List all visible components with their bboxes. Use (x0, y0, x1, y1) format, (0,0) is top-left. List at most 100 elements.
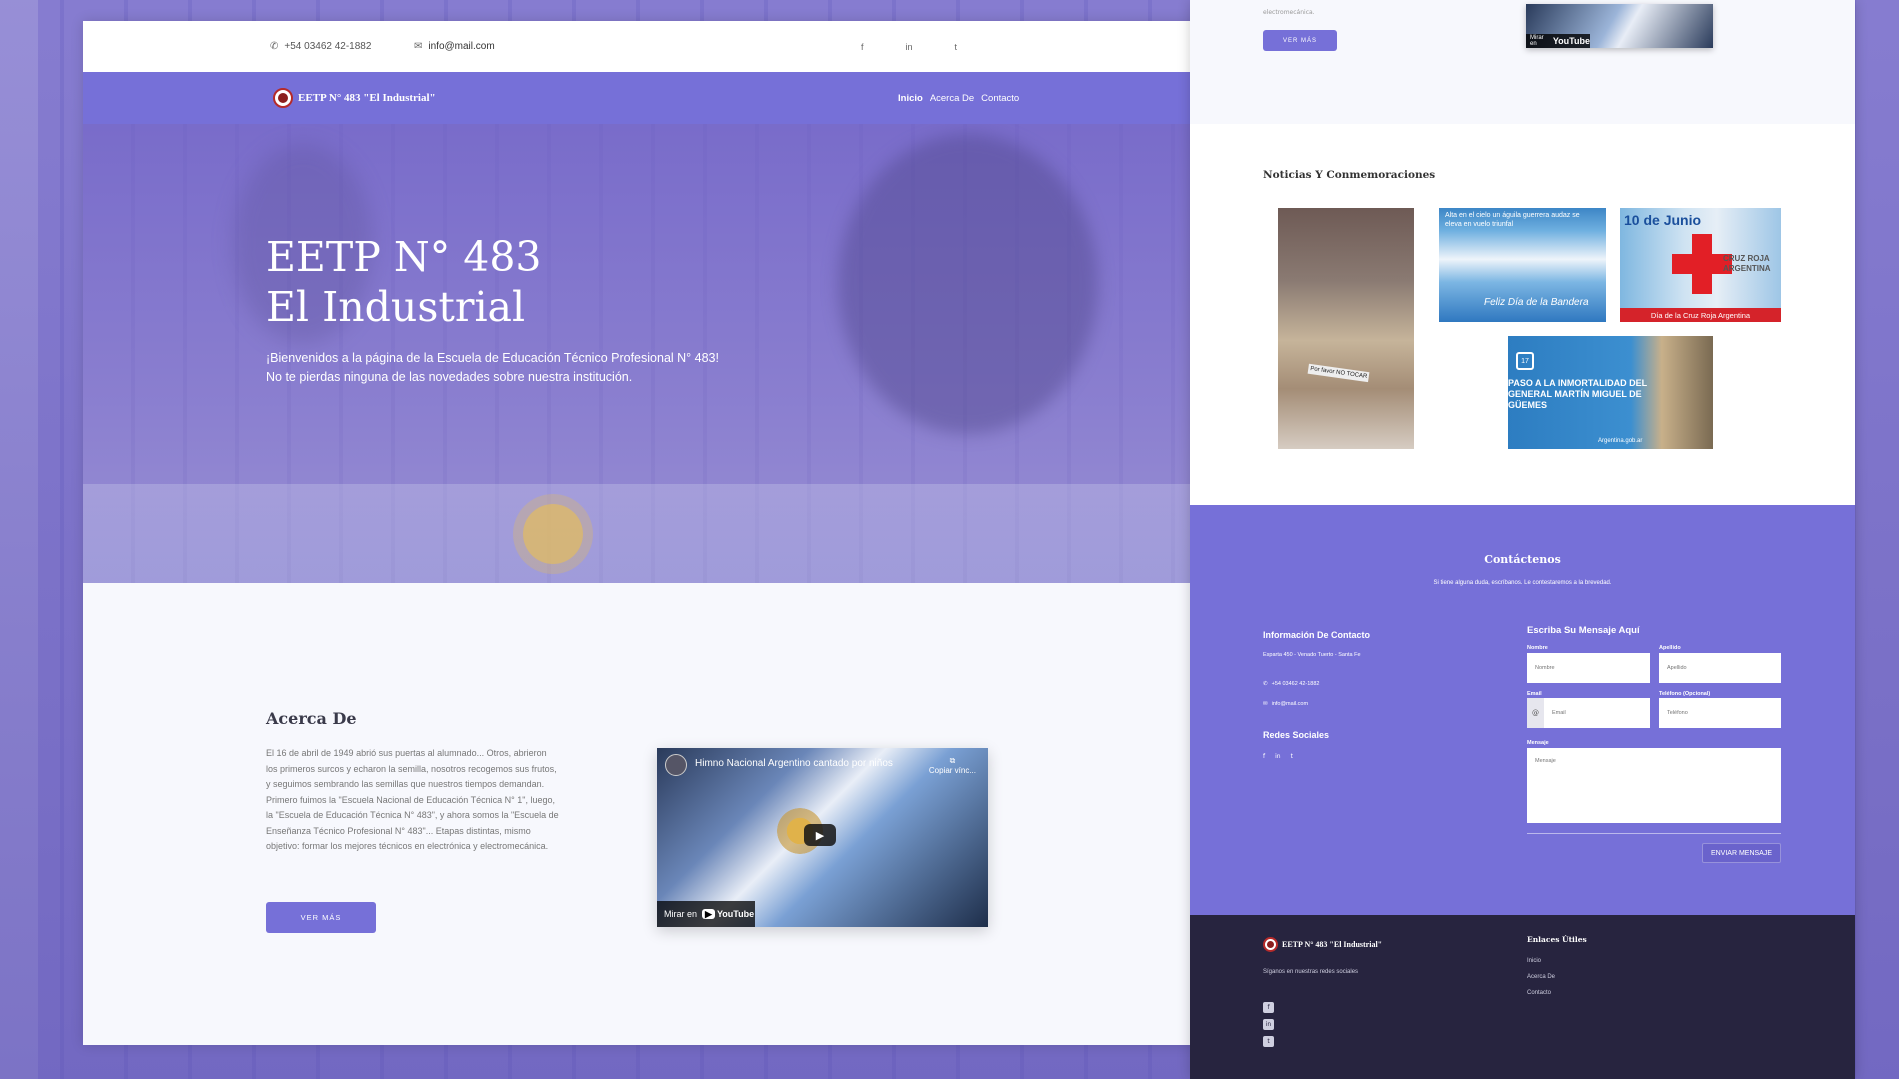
ver-mas-button[interactable]: VER MÁS (266, 902, 376, 933)
footer-links-title: Enlaces Útiles (1527, 935, 1587, 944)
email-input[interactable] (1544, 698, 1650, 728)
social-title: Redes Sociales (1263, 730, 1330, 740)
topbar-socials: f in t (861, 42, 957, 52)
twitter-icon[interactable]: t (1291, 753, 1293, 760)
twitter-icon[interactable]: t (955, 42, 958, 52)
about-title: Acerca De (266, 709, 357, 728)
linkedin-icon[interactable]: in (1275, 753, 1280, 760)
contact-address: Esparta 450 - Venado Tuerto - Santa Fe (1263, 652, 1361, 658)
footer-follow-text: Síganos en nuestras redes sociales (1263, 969, 1359, 975)
form-divider (1527, 833, 1781, 834)
lastname-label: Apellido (1659, 645, 1681, 651)
news-image-guemes[interactable]: 17 PASO A LA INMORTALIDAD DEL GENERAL MA… (1508, 336, 1713, 449)
footer-link-inicio[interactable]: Inicio (1527, 958, 1555, 964)
phone-text: +54 03462 42-1882 (284, 41, 372, 52)
guemes-text: PASO A LA INMORTALIDAD DEL GENERAL MARTÍ… (1508, 378, 1647, 410)
news-image-flag-day[interactable]: Alta en el cielo un águila guerrera auda… (1439, 208, 1606, 322)
school-logo-icon (1263, 937, 1278, 952)
watch-on-youtube-button[interactable]: Mirar en ▶ YouTube (657, 901, 755, 927)
news-image-red-cross[interactable]: 10 de Junio CRUZ ROJA ARGENTINA Día de l… (1620, 208, 1781, 322)
contact-email: ✉ info@mail.com (1263, 701, 1308, 707)
topbar: ✆ +54 03462 42-1882 ✉ info@mail.com f in… (83, 21, 1218, 72)
copy-icon: ⧉ (949, 756, 956, 765)
name-input[interactable] (1527, 653, 1650, 683)
school-logo-icon (273, 88, 293, 108)
topbar-phone: ✆ +54 03462 42-1882 (270, 41, 371, 52)
channel-avatar[interactable] (665, 754, 687, 776)
footer-brand[interactable]: EETP N° 483 "El Industrial" (1263, 937, 1382, 952)
footer: EETP N° 483 "El Industrial" Síganos en n… (1190, 915, 1855, 1079)
hero-section: EETP N° 483 El Industrial ¡Bienvenidos a… (83, 124, 1218, 583)
navbar: EETP N° 483 "El Industrial" Inicio Acerc… (83, 72, 1218, 124)
phone-icon: ✆ (1263, 681, 1268, 687)
hero-title-line2: El Industrial (266, 283, 526, 331)
menu-item-inicio[interactable]: Inicio (898, 93, 923, 104)
brand-name: EETP N° 483 "El Industrial" (298, 92, 436, 104)
watch-on-youtube-button[interactable]: Mirar en YouTube (1526, 34, 1590, 48)
at-sign-icon: @ (1527, 698, 1544, 728)
play-button[interactable]: ▶ (804, 824, 836, 846)
email-label: Email (1527, 691, 1542, 697)
about-text-tail: electromecánica. (1263, 9, 1315, 16)
linkedin-icon[interactable]: in (906, 42, 913, 52)
message-label: Mensaje (1527, 740, 1549, 746)
twitter-icon[interactable]: t (1263, 1036, 1274, 1047)
mail-icon: ✉ (1263, 701, 1268, 707)
form-title: Escriba Su Mensaje Aquí (1527, 625, 1640, 636)
video-title[interactable]: Himno Nacional Argentino cantado por niñ… (695, 758, 893, 769)
youtube-video-thumb[interactable]: Mirar en YouTube (1526, 4, 1713, 48)
footer-link-acerca-de[interactable]: Acerca De (1527, 974, 1555, 980)
news-title: Noticias Y Conmemoraciones (1263, 169, 1436, 181)
youtube-logo-icon: ▶ YouTube (702, 908, 755, 920)
main-menu: Inicio Acerca De Contacto (898, 93, 1019, 104)
news-image-workshop[interactable]: Por favor NO TOCAR (1278, 208, 1414, 449)
hero-text: ¡Bienvenidos a la página de la Escuela d… (266, 351, 719, 384)
contact-subtitle: Si tiene alguna duda, escríbanos. Le con… (1433, 580, 1612, 586)
footer-link-contacto[interactable]: Contacto (1527, 990, 1555, 996)
facebook-icon[interactable]: f (1263, 1002, 1274, 1013)
ver-mas-button-small[interactable]: VER MÁS (1263, 30, 1337, 51)
youtube-logo-icon: YouTube (1553, 36, 1590, 46)
phone-input[interactable] (1659, 698, 1781, 728)
facebook-icon[interactable]: f (861, 42, 864, 52)
right-about-continuation: electromecánica. VER MÁS Mirar en YouTub… (1190, 0, 1855, 124)
copy-link-label: Copiar vínc... (928, 766, 976, 775)
red-cross-date: 10 de Junio (1624, 212, 1702, 228)
right-page-mockup: electromecánica. VER MÁS Mirar en YouTub… (1190, 0, 1855, 1079)
footer-socials: f in t (1263, 1002, 1274, 1047)
linkedin-icon[interactable]: in (1263, 1019, 1274, 1030)
brand-link[interactable]: EETP N° 483 "El Industrial" (273, 88, 436, 108)
news-section: Noticias Y Conmemoraciones Por favor NO … (1190, 124, 1855, 505)
no-tocar-sign: Por favor NO TOCAR (1307, 363, 1370, 383)
phone-icon: ✆ (270, 41, 279, 52)
contact-info-title: Información De Contacto (1263, 630, 1371, 640)
flag-day-footer: Feliz Día de la Bandera (1484, 297, 1589, 308)
hero-title: EETP N° 483 El Industrial (266, 232, 716, 332)
facebook-icon[interactable]: f (1263, 753, 1265, 760)
hero-title-line1: EETP N° 483 (266, 233, 542, 281)
message-textarea[interactable]: Mensaje (1527, 748, 1781, 823)
youtube-label: YouTube (716, 908, 755, 919)
guemes-site: Argentina.gob.ar (1598, 438, 1643, 444)
flag-day-caption: Alta en el cielo un águila guerrera auda… (1445, 212, 1580, 228)
hero-wall-decoration (83, 484, 1218, 583)
red-cross-band: Día de la Cruz Roja Argentina (1620, 308, 1781, 322)
contact-section: Contáctenos Si tiene alguna duda, escríb… (1190, 505, 1855, 915)
mail-icon: ✉ (414, 41, 423, 52)
menu-item-acerca-de[interactable]: Acerca De (930, 93, 974, 104)
about-section: Acerca De El 16 de abril de 1949 abrió s… (83, 583, 1218, 1045)
footer-brand-name: EETP N° 483 "El Industrial" (1282, 940, 1383, 949)
calendar-icon: 17 (1516, 352, 1534, 370)
contact-phone: ✆ +54 03462 42-1882 (1263, 681, 1319, 687)
name-label: Nombre (1527, 645, 1548, 651)
send-message-button[interactable]: ENVIAR MENSAJE (1702, 843, 1781, 863)
phone-label: Teléfono (Opcional) (1659, 691, 1711, 697)
youtube-video-embed[interactable]: Himno Nacional Argentino cantado por niñ… (657, 748, 988, 927)
contact-title: Contáctenos (1484, 553, 1561, 566)
lastname-input[interactable] (1659, 653, 1781, 683)
footer-links: Inicio Acerca De Contacto (1527, 958, 1555, 996)
watch-on-label: Mirar en (1530, 35, 1544, 47)
copy-link-button[interactable]: ⧉ Copiar vínc... (929, 756, 976, 775)
contact-phone-text: +54 03462 42-1882 (1271, 681, 1320, 687)
menu-item-contacto[interactable]: Contacto (981, 93, 1019, 104)
